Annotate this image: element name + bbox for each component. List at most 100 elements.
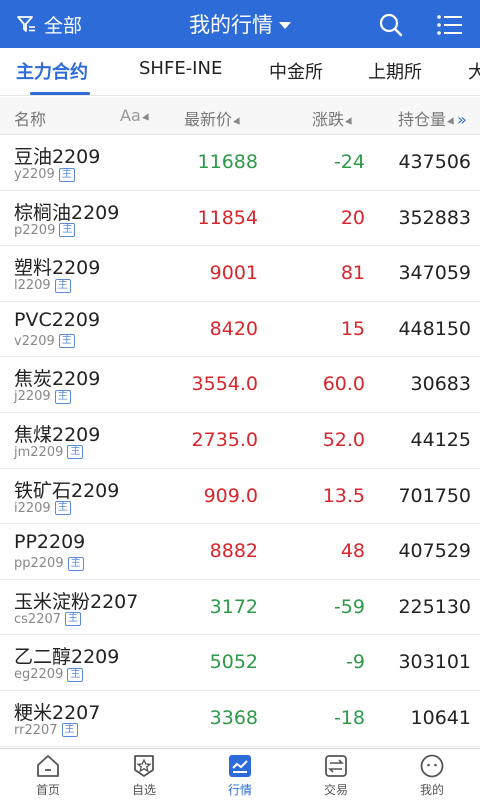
price-change: 20 <box>340 206 365 229</box>
contract-code: cs2207 主 <box>14 611 82 627</box>
contract-code-label: v2209 <box>14 333 55 349</box>
contract-name: 棕榈油2209 <box>14 201 120 224</box>
tab-shfe[interactable]: 上期所 <box>368 58 422 84</box>
nav-trade[interactable]: 交易 <box>296 753 376 798</box>
contract-code-label: cs2207 <box>14 611 62 627</box>
contract-code: i2209 主 <box>14 501 71 516</box>
home-icon <box>37 755 59 777</box>
sort-icon <box>233 117 244 127</box>
contract-code: j2209 主 <box>14 389 71 404</box>
last-price: 3368 <box>209 706 258 729</box>
price-change: 13.5 <box>322 484 365 507</box>
table-header: 名称 Aa 最新价 涨跌 持仓量 » <box>0 97 480 135</box>
last-price: 5052 <box>209 651 258 674</box>
sort-icon <box>447 117 458 127</box>
contract-name: 豆油2209 <box>14 146 101 168</box>
main-contract-badge: 主 <box>67 445 84 460</box>
open-interest: 44125 <box>410 428 471 451</box>
contract-code: rr2207 主 <box>14 723 78 738</box>
nav-watchlist[interactable]: 自选 <box>104 753 184 798</box>
nav-home-label: 首页 <box>35 783 60 797</box>
active-tab-indicator <box>30 92 90 95</box>
contract-name: 焦煤2209 <box>14 423 101 446</box>
table-row[interactable]: 豆油2209 y2209 主 11688 -24 437506 <box>0 135 480 191</box>
table-row[interactable]: 焦炭2209 j2209 主 3554.0 60.0 30683 <box>0 357 480 413</box>
header-open-interest-label: 持仓量 <box>398 110 447 129</box>
star-shield-icon <box>134 755 154 777</box>
main-contract-badge: 主 <box>67 556 84 571</box>
contract-code-label: pp2209 <box>14 556 64 572</box>
open-interest: 701750 <box>398 484 471 507</box>
contract-code-label: jm2209 <box>14 444 64 460</box>
price-change: 81 <box>340 262 365 285</box>
open-interest: 352883 <box>398 206 471 229</box>
font-toggle-label: Aa <box>120 106 141 125</box>
table-row[interactable]: PP2209 pp2209 主 8882 48 407529 <box>0 524 480 580</box>
main-contract-badge: 主 <box>58 167 75 182</box>
nav-profile-label: 我的 <box>419 783 444 797</box>
contract-code-label: p2209 <box>14 222 56 238</box>
contract-name: PP2209 <box>14 531 86 554</box>
profile-icon <box>420 754 444 778</box>
price-change: 52.0 <box>322 428 365 451</box>
last-price: 909.0 <box>203 484 258 507</box>
header-open-interest[interactable]: 持仓量 » <box>398 106 467 130</box>
main-contract-badge: 主 <box>54 278 71 293</box>
price-change: -59 <box>333 595 365 618</box>
list-menu-icon[interactable] <box>436 12 464 38</box>
more-columns-icon[interactable]: » <box>457 110 467 129</box>
main-contract-badge: 主 <box>54 389 71 404</box>
last-price: 9001 <box>209 262 258 285</box>
open-interest: 407529 <box>398 540 471 563</box>
nav-home[interactable]: 首页 <box>8 753 88 798</box>
last-price: 3554.0 <box>191 373 258 396</box>
open-interest: 437506 <box>398 151 471 173</box>
top-bar: 全部 我的行情 <box>0 0 480 48</box>
main-contract-badge: 主 <box>58 334 75 349</box>
header-last-price-label: 最新价 <box>184 110 233 129</box>
nav-watchlist-label: 自选 <box>131 783 156 797</box>
last-price: 8882 <box>209 540 258 563</box>
table-row[interactable]: 塑料2209 l2209 主 9001 81 347059 <box>0 246 480 302</box>
contract-code-label: l2209 <box>14 278 51 294</box>
table-row[interactable]: 粳米2207 rr2207 主 3368 -18 10641 <box>0 691 480 747</box>
table-row[interactable]: 乙二醇2209 eg2209 主 5052 -9 303101 <box>0 635 480 691</box>
nav-quotes[interactable]: 行情 <box>200 753 280 798</box>
contract-code: eg2209 主 <box>14 667 84 682</box>
open-interest: 30683 <box>410 373 471 396</box>
header-name: 名称 <box>14 110 47 129</box>
table-row[interactable]: 棕榈油2209 p2209 主 11854 20 352883 <box>0 191 480 247</box>
contract-name: 乙二醇2209 <box>14 646 120 669</box>
nav-trade-label: 交易 <box>323 783 348 797</box>
contract-name: 塑料2209 <box>14 257 101 280</box>
price-change: -9 <box>346 651 365 674</box>
header-change[interactable]: 涨跌 <box>312 106 356 130</box>
price-change: -18 <box>333 706 365 729</box>
exchange-tabs: 主力合约 SHFE-INE 中金所 上期所 大 <box>0 48 480 96</box>
tab-dce[interactable]: 大 <box>468 58 480 84</box>
contract-code: pp2209 主 <box>14 556 84 571</box>
nav-profile[interactable]: 我的 <box>392 753 472 798</box>
tab-cffex[interactable]: 中金所 <box>269 58 323 84</box>
contract-name: 焦炭2209 <box>14 368 101 391</box>
last-price: 3172 <box>209 595 258 618</box>
font-size-toggle[interactable]: Aa <box>120 106 152 125</box>
main-contract-badge: 主 <box>65 612 82 627</box>
tab-main-contracts[interactable]: 主力合约 <box>16 58 88 84</box>
price-change: 60.0 <box>322 373 365 396</box>
page-title: 我的行情 <box>189 13 273 37</box>
search-icon[interactable] <box>378 12 404 38</box>
table-row[interactable]: 焦煤2209 jm2209 主 2735.0 52.0 44125 <box>0 413 480 469</box>
last-price: 11854 <box>197 206 258 229</box>
table-row[interactable]: PVC2209 v2209 主 8420 15 448150 <box>0 302 480 358</box>
contract-name: PVC2209 <box>14 308 101 331</box>
main-contract-badge: 主 <box>59 223 76 238</box>
contract-code: l2209 主 <box>14 278 71 293</box>
header-last-price[interactable]: 最新价 <box>184 106 244 130</box>
table-row[interactable]: 玉米淀粉2207 cs2207 主 3172 -59 225130 <box>0 580 480 636</box>
sort-icon <box>141 113 152 123</box>
table-row[interactable]: 铁矿石2209 i2209 主 909.0 13.5 701750 <box>0 469 480 525</box>
page-title-dropdown[interactable]: 我的行情 <box>0 9 480 39</box>
tab-shfe-ine[interactable]: SHFE-INE <box>139 58 222 79</box>
contract-code-label: j2209 <box>14 389 51 405</box>
